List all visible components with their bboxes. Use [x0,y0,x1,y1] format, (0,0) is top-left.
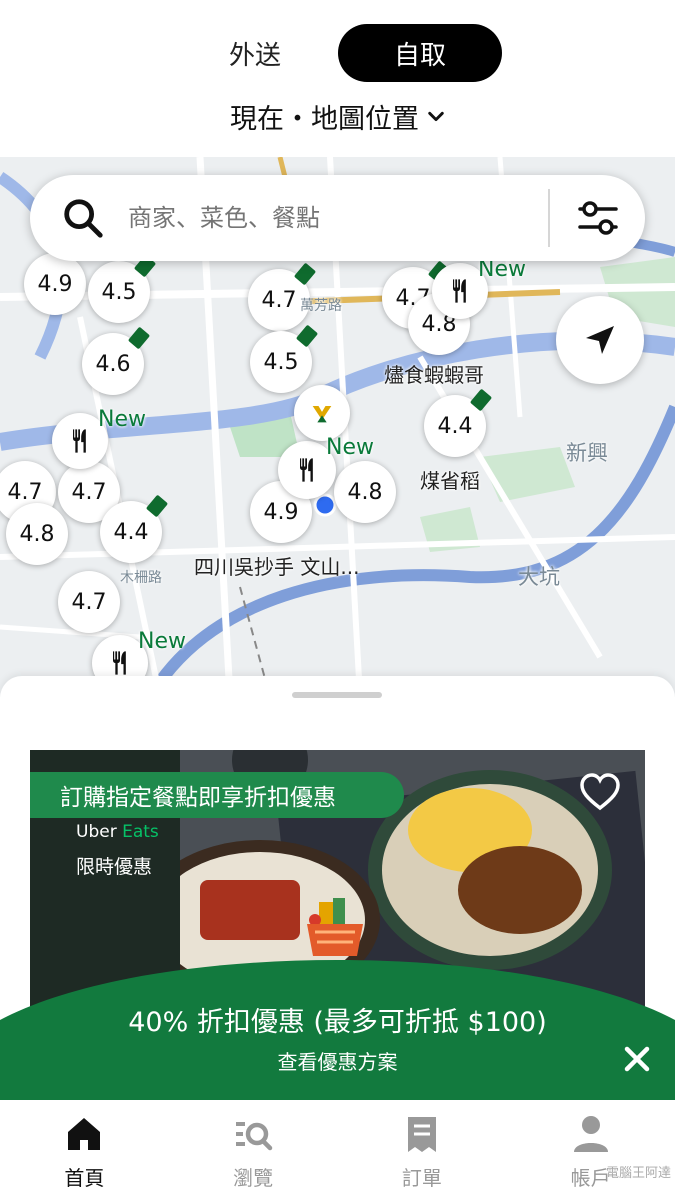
pin-rating: 4.4 [113,519,149,545]
restaurant-label: 四川吳抄手 文山... [194,555,360,579]
tab-pickup[interactable]: 自取 [338,24,502,82]
restaurant-pin[interactable]: 4.6 [82,326,151,395]
pin-rating: 4.5 [101,279,137,305]
heart-icon[interactable] [579,772,621,814]
search-divider [548,189,550,247]
account-icon [573,1116,608,1152]
nav-label: 訂單 [401,1166,442,1190]
search-bar[interactable] [30,175,645,261]
pin-rating: 4.6 [95,351,131,377]
uber-badge-icon [312,406,332,423]
browse-icon [236,1122,273,1151]
pin-rating: 4.5 [263,349,299,375]
pin-rating: 4.7 [71,479,107,505]
search-icon [64,199,103,238]
road-label: 木柵路 [120,570,162,586]
brand-logo: Uber Eats [76,822,159,842]
restaurant-pin[interactable]: 4.4 [424,388,493,457]
watermark: 電腦王阿達 [605,1166,671,1181]
close-icon[interactable] [622,1044,652,1074]
promo-tag: 訂購指定餐點即享折扣優惠 [30,772,404,818]
restaurant-pin[interactable]: 4.8 [6,503,68,565]
pin-rating: 4.7 [71,589,107,615]
chevron-down-icon [428,111,444,122]
pin-rating: 4.8 [19,521,55,547]
navigation-arrow-icon [586,326,614,354]
search-input[interactable] [128,204,518,232]
restaurant-pin[interactable] [294,385,350,441]
pin-rating: 4.7 [7,479,43,505]
restaurant-label: 煤省稻 [420,469,480,493]
utensils-icon [300,458,313,482]
new-badge: New [138,629,186,654]
nav-label: 瀏覽 [233,1166,274,1190]
restaurant-pin[interactable]: 4.9 [24,253,86,315]
pin-rating: 4.9 [37,271,73,297]
pin-rating: 4.8 [347,479,383,505]
nav-browse[interactable]: 瀏覽 [169,1100,338,1200]
mode-toggle: 外送 自取 [0,22,675,84]
basket-icon [307,898,363,956]
utensils-icon [453,279,466,303]
nav-label: 帳戶 [570,1166,611,1190]
pin-rating: 4.9 [263,499,299,525]
nav-label: 首頁 [64,1166,105,1190]
nav-account[interactable]: 帳戶 [506,1100,675,1200]
orders-icon [407,1117,436,1152]
utensils-icon [113,651,126,675]
pin-rating: 4.7 [261,287,297,313]
new-badge: New [326,435,374,460]
sheet-handle[interactable] [292,692,382,698]
pin-rating: 4.4 [437,413,473,439]
restaurant-pin[interactable]: 4.5 [88,254,157,323]
nav-orders[interactable]: 訂單 [338,1100,507,1200]
brand-subtitle: 限時優惠 [76,856,153,878]
restaurant-label: 燼食蝦蝦哥 [384,363,484,387]
restaurant-pin[interactable]: 4.5 [250,324,319,393]
time-location-selector[interactable]: 現在・地圖位置 [0,96,675,136]
road-label: 萬芳路 [300,298,342,314]
utensils-icon [73,429,86,453]
locate-button[interactable] [556,296,644,384]
time-location-label: 現在・地圖位置 [230,103,419,135]
promo-link[interactable]: 查看優惠方案 [0,1046,675,1075]
home-icon [68,1118,101,1150]
promo-title: 40% 折扣優惠 (最多可折抵 $100) [128,1007,547,1038]
new-badge: New [98,407,146,432]
restaurant-pin[interactable]: 4.4 [100,494,169,563]
filter-icon[interactable] [576,196,620,240]
bottom-nav: 首頁 瀏覽 訂單 帳戶 [0,1100,675,1200]
area-label: 大坑 [518,565,560,589]
area-label: 新興 [566,441,608,465]
restaurant-pin[interactable]: 4.7 [58,571,120,633]
tab-delivery[interactable]: 外送 [195,22,315,84]
nav-home[interactable]: 首頁 [0,1100,169,1200]
restaurant-pin[interactable]: 4.8 [334,461,396,523]
